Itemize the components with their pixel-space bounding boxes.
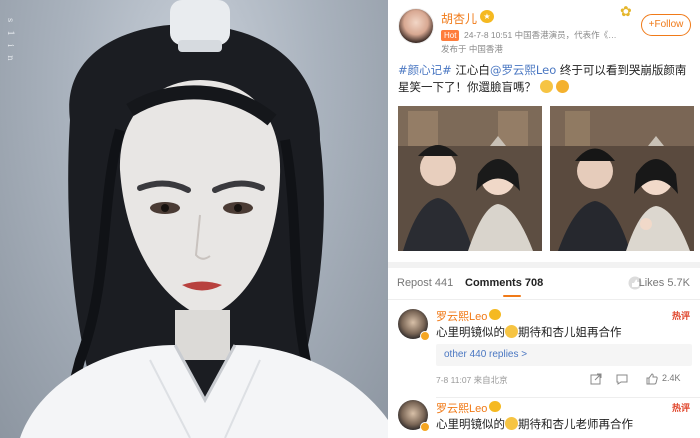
poster-image: s 1 i n [0,0,388,438]
comment-icon[interactable] [616,373,628,385]
verified-icon [420,331,430,341]
mention-link[interactable]: @罗云熙Leo [490,63,556,77]
laugh-emoji-icon [556,80,570,93]
hot-comment-tag: 热评 [671,312,690,322]
post-header: 胡杏儿 ★ Hot 24-7-8 10:51 中国香港演员，代表作《… 发布于 … [388,0,700,58]
vip-badge-icon [489,401,501,412]
post-meta: 24-7-8 10:51 中国香港演员，代表作《… [464,30,617,40]
hot-comment-tag: 热评 [671,404,690,414]
vip-badge-icon [489,309,501,320]
post-text-part1: 江心白 [451,63,490,77]
grin-emoji-icon [539,80,553,93]
comment-time: 7-8 11:07 来自北京 [436,375,508,385]
thumbs-up-icon[interactable] [646,373,658,385]
tab-comments[interactable]: Comments 708 [465,277,543,289]
post-photo[interactable] [550,106,694,251]
more-replies-link[interactable]: other 440 replies > [444,349,527,360]
comment-text-part1: 心里明镜似的 [436,325,505,339]
vip-badge-icon: ★ [480,10,494,23]
commenter-name[interactable]: 罗云熙Leo [436,308,487,324]
post-tabs: Repost 441 Comments 708 Likes 5.7K [388,268,700,300]
flower-decoration-icon: ✿ [620,4,632,20]
comment-item: 罗云熙Leo 热评 心里明镜似的 期待和杏儿老师再合作 [388,392,700,438]
follow-button[interactable]: +Follow [641,14,691,36]
comment-text: 心里明镜似的 期待和杏儿老师再合作 [436,416,633,432]
post-photo[interactable] [398,106,542,251]
comment-text-part2: 期待和杏儿姐再合作 [518,325,622,339]
comment-text-part2: 期待和杏儿老师再合作 [518,417,633,431]
tab-likes[interactable]: Likes 5.7K [639,277,690,289]
author-name[interactable]: 胡杏儿 [441,10,477,27]
grin-emoji-icon [505,325,518,338]
author-avatar[interactable] [398,8,434,44]
tab-repost[interactable]: Repost 441 [397,277,453,289]
character-portrait [20,0,388,438]
comment-item: 罗云熙Leo 热评 心里明镜似的 期待和杏儿姐再合作 other 440 repl… [388,300,700,400]
post-text: #颜心记# 江心白@罗云熙Leo 终于可以看到哭崩版颜南星笑一下了！你還臉盲嗎？ [398,62,693,96]
comment-text-part1: 心里明镜似的 [436,417,505,431]
verified-icon [420,422,430,432]
post-location: 发布于 中国香港 [441,44,503,54]
hashtag-link[interactable]: #颜心记# [398,63,452,77]
like-count: 2.4K [662,373,681,383]
comment-text: 心里明镜似的 期待和杏儿姐再合作 [436,324,622,340]
hot-badge: Hot [441,30,460,41]
active-tab-indicator [503,295,521,297]
comment-actions: 2.4K [590,373,690,387]
replies-box[interactable]: other 440 replies > [436,344,692,366]
post-images [398,106,694,251]
grin-emoji-icon [505,417,518,430]
weibo-post-panel: 胡杏儿 ★ Hot 24-7-8 10:51 中国香港演员，代表作《… 发布于 … [388,0,700,438]
commenter-name[interactable]: 罗云熙Leo [436,400,487,416]
share-icon[interactable] [590,373,602,385]
